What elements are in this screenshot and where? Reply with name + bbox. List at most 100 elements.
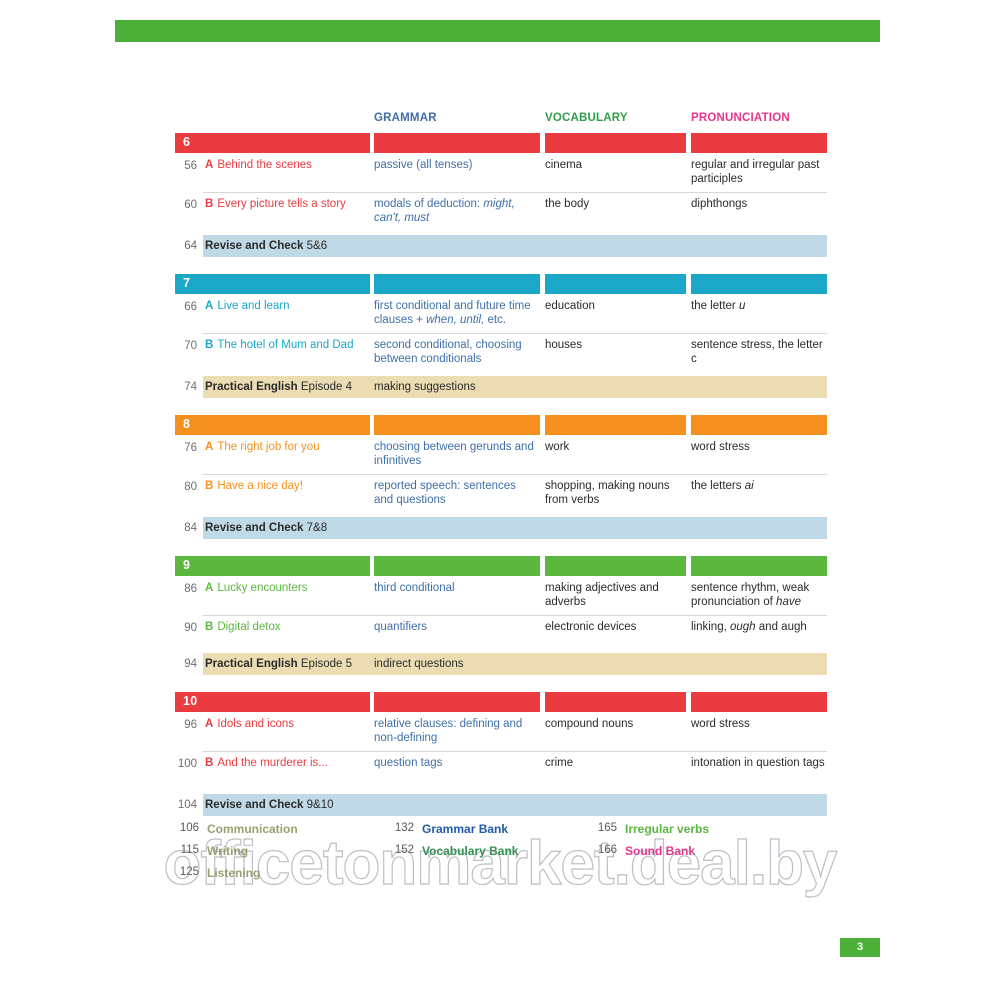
lesson-title[interactable]: B Have a nice day! (205, 480, 368, 494)
lesson-pronunciation: diphthongs (691, 198, 748, 210)
lesson-row[interactable]: 76 A The right job for you choosing between… (175, 435, 827, 474)
lesson-title[interactable]: A Live and learn (205, 300, 368, 314)
footer-entry-page-number: 106 (179, 822, 199, 834)
special-row-label-rest: 7&8 (306, 522, 328, 534)
page-number: 3 (856, 941, 864, 953)
lesson-title-text: Have a nice day! (217, 480, 303, 492)
lesson-title-text: The right job for you (217, 441, 320, 453)
contents-table: GRAMMAR VOCABULARY PRONUNCIATION 6 56 A Beh… (175, 112, 827, 833)
lesson-letter: B (205, 480, 214, 492)
lesson-row[interactable]: 70 B The hotel of Mum and Dad second condit… (175, 333, 827, 372)
lesson-pronunciation: intonation in question tags (691, 757, 825, 769)
footer-index: 106 Communication 132 Grammar Bank 165 Irregu… (175, 822, 835, 888)
lesson-row[interactable]: 60 B Every picture tells a story modals of … (175, 192, 827, 231)
lesson-title-text: And the murderer is... (217, 757, 328, 769)
lesson-row[interactable]: 80 B Have a nice day! reported speech: sent… (175, 474, 827, 513)
lesson-letter: B (205, 198, 214, 210)
column-header-vocabulary: VOCABULARY (545, 112, 628, 124)
unit-band-segment (175, 556, 370, 576)
lesson-grammar: second conditional, choosing between con… (374, 339, 522, 365)
unit-band-segment (374, 133, 540, 153)
lesson-title[interactable]: A Behind the scenes (205, 159, 368, 173)
footer-entry-page-number: 115 (180, 844, 199, 856)
page-number-badge: 3 (840, 938, 880, 957)
lesson-vocabulary: crime (545, 757, 574, 769)
special-row-extra: indirect questions (374, 658, 464, 670)
special-row-label: Practical English Episode 5 (205, 658, 352, 670)
lesson-title[interactable]: B The hotel of Mum and Dad (205, 339, 368, 353)
unit-band-segment (691, 133, 827, 153)
lesson-page-number: 90 (184, 622, 197, 634)
lesson-grammar: modals of deduction: might, can't, must (374, 198, 515, 224)
lesson-row[interactable]: 66 A Live and learn first conditional and f… (175, 294, 827, 333)
unit-colour-band: 6 (175, 133, 827, 153)
lesson-row[interactable]: 96 A Idols and icons relative clauses: defi… (175, 712, 827, 751)
unit-band-segment (545, 556, 686, 576)
lesson-title[interactable]: A Idols and icons (205, 718, 368, 732)
unit-band-segment (374, 415, 540, 435)
lesson-vocabulary: the body (545, 198, 590, 210)
unit-band-segment (374, 274, 540, 294)
lesson-grammar: relative clauses: defining and non-defin… (374, 718, 523, 744)
column-header-pronunciation: PRONUNCIATION (691, 112, 790, 124)
lesson-letter: A (205, 300, 214, 312)
lesson-title[interactable]: B Digital detox (205, 621, 368, 635)
lesson-letter: A (205, 159, 214, 171)
lesson-title[interactable]: B Every picture tells a story (205, 198, 368, 212)
lesson-title-text: Behind the scenes (217, 159, 312, 171)
special-row-page-number: 74 (184, 381, 197, 393)
lesson-title-text: Idols and icons (217, 718, 295, 730)
footer-entry-page-number: 125 (179, 866, 199, 878)
unit-spacer (175, 398, 827, 415)
units-list: 6 56 A Behind the scenes passive (all tenses… (175, 133, 827, 833)
special-row-page-number: 94 (184, 658, 197, 670)
unit-number: 9 (183, 558, 191, 572)
special-row-label-bold: Practical English (205, 658, 298, 670)
unit-band-segment (175, 133, 370, 153)
lesson-page-number: 96 (184, 719, 197, 731)
unit-band-segment (175, 692, 370, 712)
footer-entry-page-number: 166 (597, 844, 617, 856)
lesson-page-number: 66 (184, 301, 197, 313)
lesson-title[interactable]: B And the murderer is... (205, 757, 368, 771)
unit-colour-band: 9 (175, 556, 827, 576)
lesson-letter: B (205, 621, 214, 633)
lesson-grammar: quantifiers (374, 621, 428, 633)
unit-band-segment (545, 692, 686, 712)
lesson-row[interactable]: 56 A Behind the scenes passive (all tenses)… (175, 153, 827, 192)
lesson-page-number: 56 (184, 160, 197, 172)
revise-and-check-row[interactable]: 104 Revise and Check 9&10 (175, 794, 827, 816)
footer-entry-page-number: 165 (597, 822, 617, 834)
unit-band-segment (374, 556, 540, 576)
unit-band-segment (691, 692, 827, 712)
lesson-page-number: 70 (184, 340, 197, 352)
lesson-title[interactable]: A The right job for you (205, 441, 368, 455)
unit-colour-band: 8 (175, 415, 827, 435)
lesson-row[interactable]: 90 B Digital detox quantifiers electronic de… (175, 615, 827, 649)
unit-band-segment (175, 274, 370, 294)
lesson-page-number: 100 (177, 758, 197, 770)
lesson-letter: A (205, 718, 214, 730)
unit-number: 7 (183, 276, 191, 290)
practical-english-row[interactable]: 94 Practical English Episode 5 indirect qu… (175, 653, 827, 675)
lesson-pronunciation: sentence stress, the letter c (691, 339, 823, 365)
lesson-letter: A (205, 441, 214, 453)
revise-and-check-row[interactable]: 84 Revise and Check 7&8 (175, 517, 827, 539)
lesson-row[interactable]: 86 A Lucky encounters third conditional maki… (175, 576, 827, 615)
lesson-pronunciation: regular and irregular past participles (691, 159, 820, 185)
column-header-grammar: GRAMMAR (374, 112, 437, 124)
lesson-vocabulary: electronic devices (545, 621, 637, 633)
top-decorative-bar (115, 20, 880, 42)
special-row-label-bold: Revise and Check (205, 240, 304, 252)
lesson-row[interactable]: 100 B And the murderer is... question tags c… (175, 751, 827, 790)
lesson-grammar: question tags (374, 757, 443, 769)
special-row-extra: making suggestions (374, 381, 476, 393)
footer-index-row: 125 Listening (175, 866, 835, 888)
revise-and-check-row[interactable]: 64 Revise and Check 5&6 (175, 235, 827, 257)
lesson-vocabulary: cinema (545, 159, 583, 171)
special-row-label: Revise and Check 7&8 (205, 522, 327, 534)
special-row-label-bold: Revise and Check (205, 522, 304, 534)
lesson-title[interactable]: A Lucky encounters (205, 582, 368, 596)
lesson-vocabulary: education (545, 300, 595, 312)
practical-english-row[interactable]: 74 Practical English Episode 4 making sugg… (175, 376, 827, 398)
